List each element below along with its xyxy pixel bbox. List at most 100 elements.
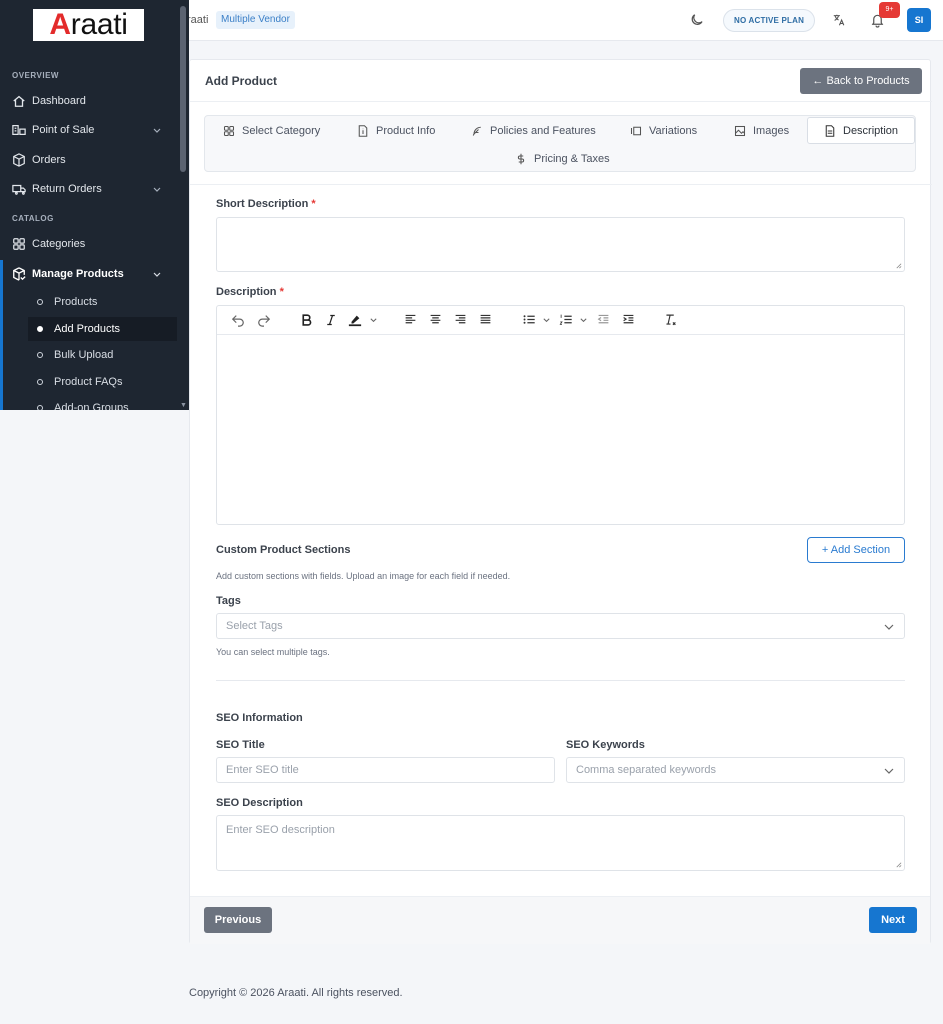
undo-icon[interactable] (231, 313, 245, 327)
truck-return-icon (12, 184, 26, 195)
image-icon (734, 125, 746, 136)
tab-description[interactable]: Description (807, 117, 916, 144)
description-rich-text-editor[interactable] (216, 305, 905, 525)
wizard-tabs: Select Category Product Info Policies an… (204, 115, 916, 172)
tab-images[interactable]: Images (734, 117, 789, 144)
tab-policies-and-features[interactable]: Policies and Features (471, 117, 596, 144)
bullet-icon (37, 299, 43, 305)
bullet-icon (37, 326, 43, 332)
feather-icon (472, 126, 481, 136)
store-icon (12, 125, 26, 135)
short-description-label: Short Description * (216, 198, 316, 210)
seo-keywords-select[interactable]: Comma separated keywords (566, 757, 905, 783)
align-left-icon[interactable] (404, 313, 417, 326)
seo-information-heading: SEO Information (216, 712, 303, 724)
sidebar-item-return-orders[interactable]: Return Orders (12, 179, 172, 199)
custom-sections-hint: Add custom sections with fields. Upload … (216, 571, 511, 581)
layers-icon (630, 126, 642, 135)
box-icon (13, 153, 25, 167)
description-label: Description * (216, 286, 284, 298)
copyright-text: Copyright © 2026 Araati. All rights rese… (189, 987, 403, 999)
highlight-color-icon[interactable] (348, 313, 362, 327)
bullet-icon (37, 405, 43, 410)
tabs-divider (190, 184, 932, 185)
italic-icon[interactable] (325, 313, 337, 327)
sidebar-subitem-products[interactable]: Products (28, 290, 177, 314)
redo-icon[interactable] (257, 313, 271, 327)
translate-icon[interactable] (832, 13, 846, 30)
add-section-button[interactable]: + Add Section (807, 537, 905, 563)
tab-variations[interactable]: Variations (630, 117, 697, 144)
editor-toolbar (217, 306, 904, 335)
document-info-icon (358, 124, 368, 137)
page-title: Add Product (205, 74, 277, 88)
align-justify-icon[interactable] (479, 313, 492, 326)
section-divider (216, 680, 905, 681)
sidebar-subitem-add-on-groups[interactable]: Add-on Groups (28, 396, 177, 410)
sidebar-item-point-of-sale[interactable]: Point of Sale (12, 120, 172, 140)
grid-icon (13, 238, 25, 250)
package-check-icon (13, 267, 26, 281)
numbered-list-icon[interactable] (559, 313, 573, 326)
chevron-down-icon (153, 187, 161, 192)
next-button[interactable]: Next (869, 907, 917, 933)
sidebar-subitem-bulk-upload[interactable]: Bulk Upload (28, 343, 177, 367)
outdent-icon[interactable] (597, 313, 610, 326)
seo-description-textarea[interactable]: Enter SEO description (216, 815, 905, 871)
back-to-products-button[interactable]: ← Back to Products (800, 68, 922, 94)
vendor-mode-badge: Multiple Vendor (216, 11, 295, 29)
add-product-card: Add Product ← Back to Products Select Ca… (189, 59, 932, 944)
chevron-down-icon[interactable] (369, 316, 378, 325)
seo-title-label: SEO Title (216, 739, 265, 751)
tab-product-info[interactable]: Product Info (357, 117, 435, 144)
plan-status-badge[interactable]: NO ACTIVE PLAN (723, 9, 816, 32)
clear-formatting-icon[interactable] (664, 313, 677, 327)
resize-handle-icon[interactable] (895, 861, 902, 868)
bullet-list-icon[interactable] (522, 313, 536, 326)
dollar-icon (517, 153, 525, 164)
sidebar-scrollbar[interactable] (180, 6, 186, 172)
indent-icon[interactable] (622, 313, 635, 326)
section-label-overview: OVERVIEW (12, 71, 59, 80)
active-section-indicator (0, 260, 3, 410)
align-center-icon[interactable] (429, 313, 442, 326)
previous-button[interactable]: Previous (204, 907, 272, 933)
sidebar-item-categories[interactable]: Categories (12, 234, 172, 254)
chevron-down-icon (153, 128, 161, 133)
sidebar-item-dashboard[interactable]: Dashboard (12, 91, 172, 111)
resize-handle-icon[interactable] (895, 262, 902, 269)
chevron-down-icon (884, 624, 894, 630)
tags-label: Tags (216, 595, 241, 607)
sidebar-item-manage-products[interactable]: Manage Products (12, 264, 172, 284)
sidebar-subitem-add-products[interactable]: Add Products (28, 317, 177, 341)
sidebar: Araati ▼ OVERVIEW Dashboard Point of Sal… (0, 0, 189, 410)
custom-sections-label: Custom Product Sections (216, 544, 351, 556)
card-footer (190, 896, 930, 944)
sidebar-item-orders[interactable]: Orders (12, 150, 172, 170)
seo-keywords-label: SEO Keywords (566, 739, 645, 751)
chevron-down-icon (153, 272, 161, 277)
grid-icon (223, 125, 235, 136)
seo-title-input[interactable]: Enter SEO title (216, 757, 555, 783)
bold-icon[interactable] (300, 313, 313, 327)
align-right-icon[interactable] (454, 313, 467, 326)
tab-select-category[interactable]: Select Category (223, 117, 320, 144)
home-icon (13, 95, 25, 107)
chevron-down-icon[interactable] (542, 316, 551, 325)
bullet-icon (37, 352, 43, 358)
tags-hint: You can select multiple tags. (216, 647, 330, 657)
bullet-icon (37, 379, 43, 385)
dark-mode-moon-icon[interactable] (690, 12, 705, 30)
tab-pricing-and-taxes[interactable]: Pricing & Taxes (515, 145, 610, 172)
sidebar-subitem-product-faqs[interactable]: Product FAQs (28, 370, 177, 394)
file-text-icon (825, 124, 835, 137)
scroll-down-arrow-icon[interactable]: ▼ (180, 402, 187, 409)
short-description-textarea[interactable] (216, 217, 905, 272)
chevron-down-icon (884, 768, 894, 774)
tags-select[interactable]: Select Tags (216, 613, 905, 639)
header-divider (190, 101, 932, 102)
chevron-down-icon[interactable] (579, 316, 588, 325)
user-avatar[interactable]: SI (907, 8, 931, 32)
brand-logo[interactable]: Araati (33, 9, 144, 41)
notification-count-badge: 9+ (879, 2, 900, 18)
